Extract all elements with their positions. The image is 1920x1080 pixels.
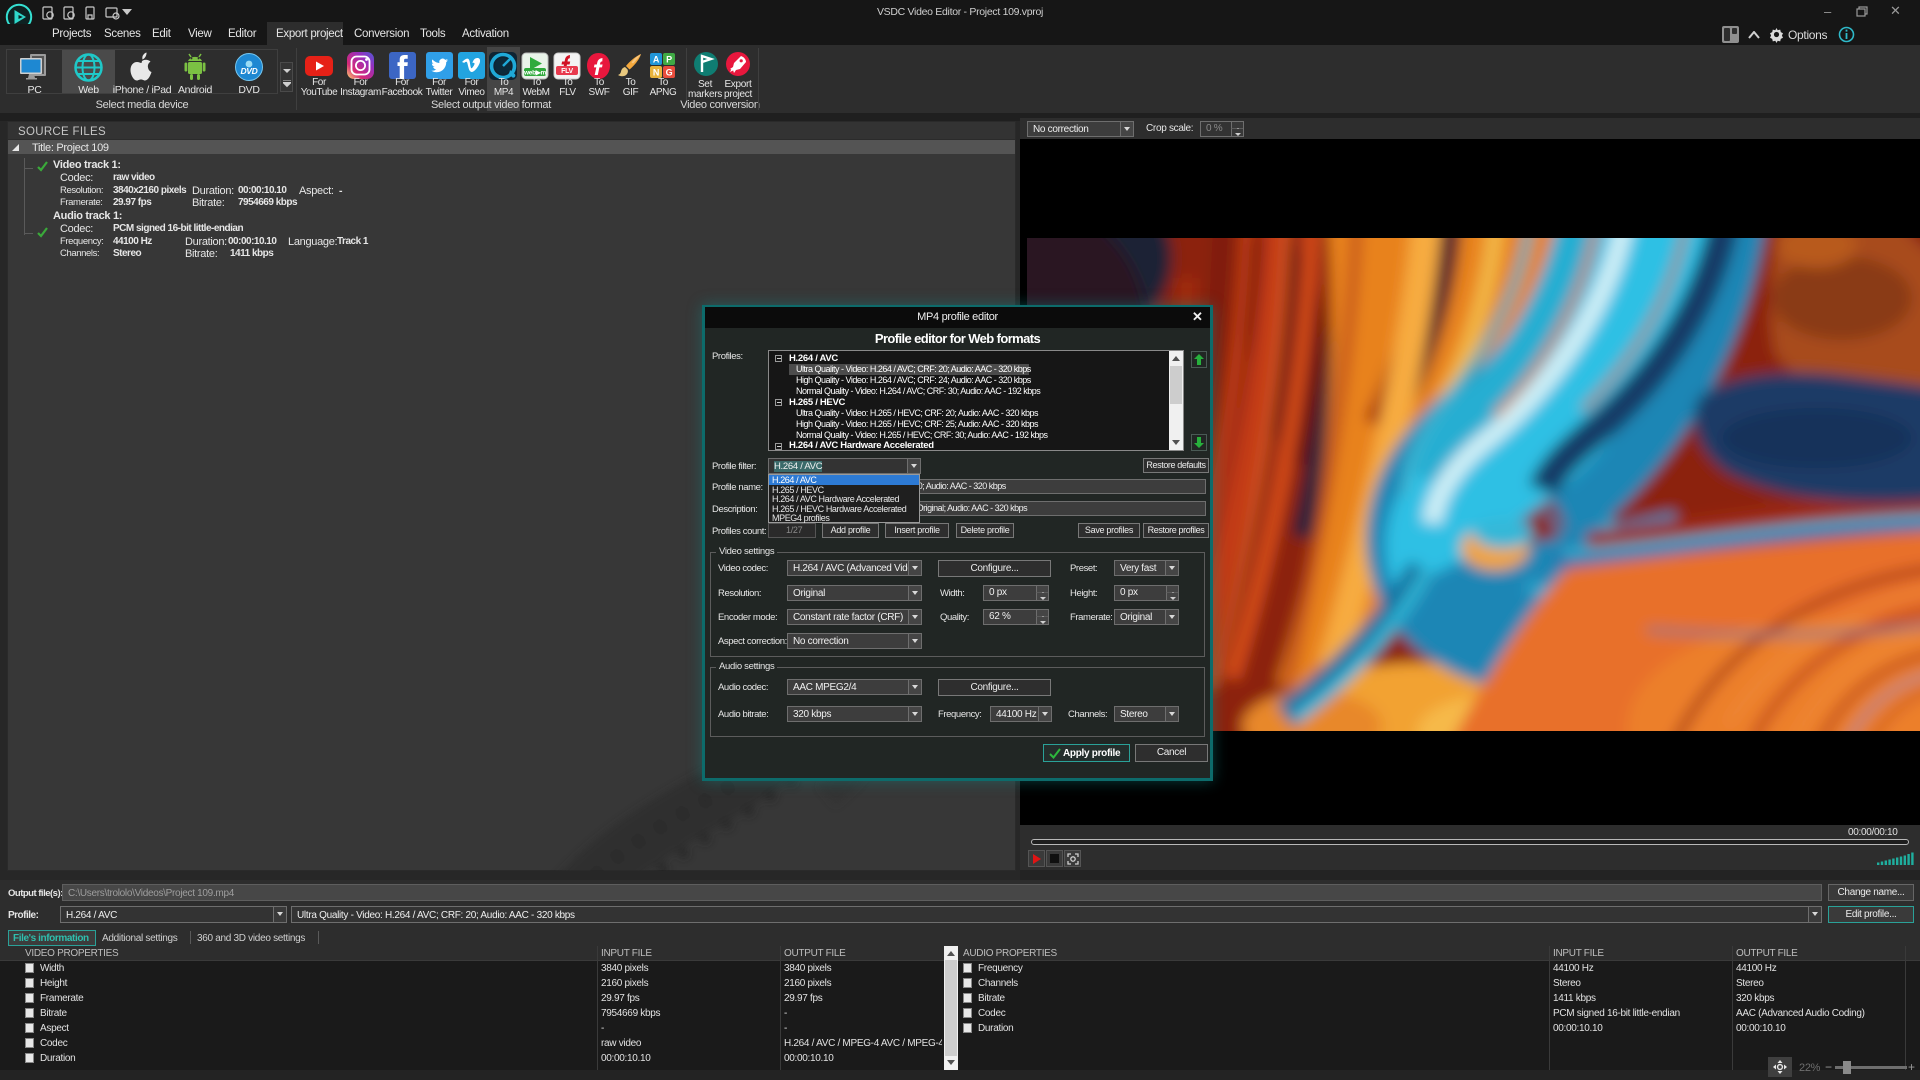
svg-text:A: A — [653, 55, 660, 65]
svg-text:DVD: DVD — [240, 66, 257, 76]
svg-text:N: N — [653, 68, 659, 78]
svg-text:G: G — [666, 68, 673, 78]
svg-text:P: P — [666, 55, 672, 65]
svg-text:web▶m: web▶m — [523, 70, 546, 77]
svg-text:FLV: FLV — [561, 68, 573, 75]
